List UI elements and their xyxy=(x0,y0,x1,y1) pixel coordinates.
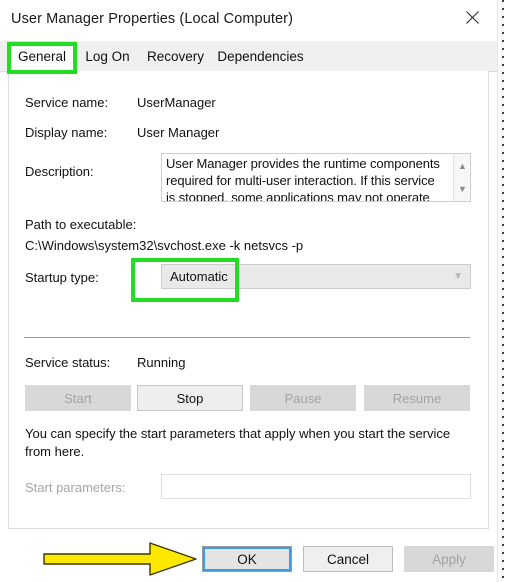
tab-dependencies-label: Dependencies xyxy=(217,48,304,64)
tab-general-label: General xyxy=(17,49,67,64)
service-status-label: Service status: xyxy=(25,355,111,370)
path-to-executable-value: C:\Windows\system32\svchost.exe -k netsv… xyxy=(25,238,304,253)
apply-button-label: Apply xyxy=(432,551,466,567)
tab-recovery[interactable]: Recovery xyxy=(139,41,212,71)
service-name-value: UserManager xyxy=(137,95,216,110)
path-to-executable-label: Path to executable: xyxy=(25,217,137,232)
section-divider xyxy=(24,337,470,338)
close-x-icon xyxy=(465,10,479,24)
pause-service-label: Pause xyxy=(284,390,322,406)
start-parameters-hint: You can specify the start parameters tha… xyxy=(25,426,451,459)
service-status-value: Running xyxy=(137,355,186,370)
description-label: Description: xyxy=(25,164,94,179)
startup-type-dropdown[interactable]: Automatic ▼ xyxy=(161,264,471,289)
description-scrollbar[interactable]: ▲ ▼ xyxy=(453,154,470,201)
window-title: User Manager Properties (Local Computer) xyxy=(11,11,294,27)
chevron-down-icon[interactable]: ▼ xyxy=(454,180,470,197)
resume-service-button[interactable]: Resume xyxy=(364,385,470,411)
ok-button[interactable]: OK xyxy=(202,546,292,572)
startup-type-label: Startup type: xyxy=(25,270,99,285)
service-properties-window: User Manager Properties (Local Computer)… xyxy=(0,0,497,582)
description-textarea[interactable]: User Manager provides the runtime compon… xyxy=(161,153,471,202)
description-text: User Manager provides the runtime compon… xyxy=(166,156,440,202)
service-name-label: Service name: xyxy=(25,95,109,110)
tab-log-on-label: Log On xyxy=(85,48,130,64)
tab-strip: General Log On Recovery Dependencies xyxy=(0,41,497,72)
pause-service-button[interactable]: Pause xyxy=(250,385,356,411)
stop-service-label: Stop xyxy=(176,390,204,406)
display-name-value: User Manager xyxy=(137,125,220,140)
start-service-button[interactable]: Start xyxy=(25,385,131,411)
start-service-label: Start xyxy=(64,390,92,406)
startup-type-value: Automatic xyxy=(170,269,228,284)
tab-general[interactable]: General xyxy=(8,41,76,72)
start-parameters-input[interactable] xyxy=(161,474,471,499)
tab-log-on[interactable]: Log On xyxy=(76,41,139,71)
tab-dependencies[interactable]: Dependencies xyxy=(212,41,309,71)
resume-service-label: Resume xyxy=(392,390,442,406)
cancel-button-label: Cancel xyxy=(326,551,370,567)
cancel-button[interactable]: Cancel xyxy=(303,546,393,572)
chevron-down-icon: ▼ xyxy=(453,271,463,282)
title-bar: User Manager Properties (Local Computer) xyxy=(0,0,497,40)
window-right-edge-artifact xyxy=(497,0,506,582)
close-window-button[interactable] xyxy=(449,0,495,34)
stop-service-button[interactable]: Stop xyxy=(137,385,243,411)
chevron-up-icon[interactable]: ▲ xyxy=(454,157,470,174)
start-parameters-label: Start parameters: xyxy=(25,480,126,495)
tab-recovery-label: Recovery xyxy=(146,48,205,64)
display-name-label: Display name: xyxy=(25,125,108,140)
screenshot-root: User Manager Properties (Local Computer)… xyxy=(0,0,506,582)
ok-button-label: OK xyxy=(237,551,257,567)
apply-button[interactable]: Apply xyxy=(404,546,494,572)
